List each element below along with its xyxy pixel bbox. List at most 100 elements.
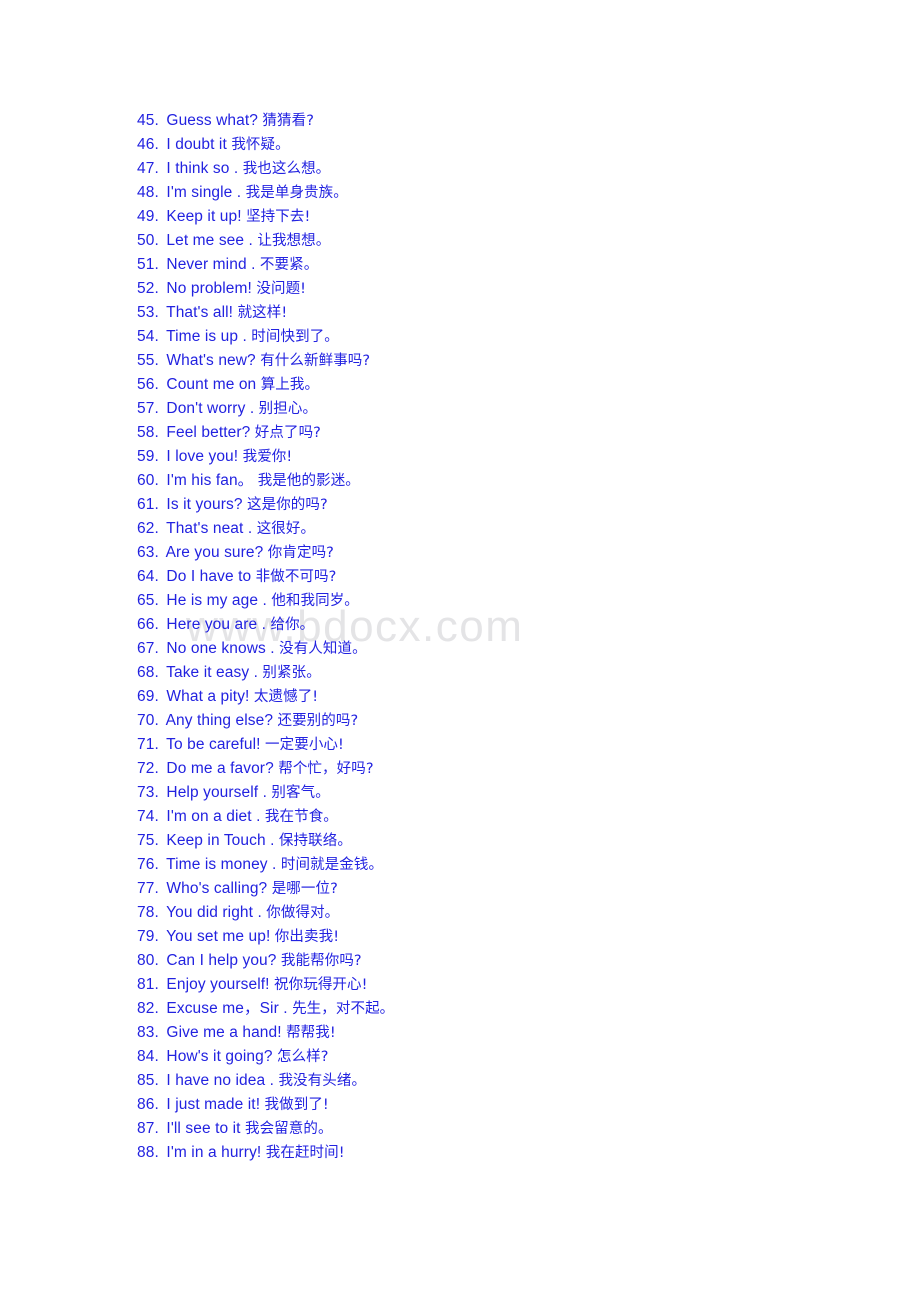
phrase-number: 79. [137, 928, 159, 945]
phrase-english: What's new? [166, 352, 256, 369]
phrase-english: Take it easy . [166, 664, 258, 681]
phrase-chinese: 没有人知道。 [279, 641, 367, 657]
phrase-line: 85. I have no idea . 我没有头绪。 [137, 1069, 877, 1093]
phrase-line: 80. Can I help you? 我能帮你吗? [137, 949, 877, 973]
phrase-english: I'm in a hurry! [166, 1144, 262, 1161]
phrase-number: 75. [137, 832, 159, 849]
phrase-english: I think so . [166, 160, 239, 177]
phrase-english: How's it going? [166, 1048, 273, 1065]
phrase-line: 84. How's it going? 怎么样? [137, 1045, 877, 1069]
phrase-english: Here you are . [166, 616, 267, 633]
phrase-english: That's all! [166, 304, 234, 321]
phrase-english: I'll see to it [166, 1120, 241, 1137]
phrase-chinese: 他和我同岁。 [271, 593, 359, 609]
phrase-english: I'm single . [166, 184, 242, 201]
phrase-chinese: 你肯定吗? [267, 545, 334, 561]
phrase-english: Keep in Touch . [166, 832, 275, 849]
phrase-line: 62. That's neat . 这很好。 [137, 517, 877, 541]
document-page: www.bdocx.com 45. Guess what? 猜猜看? 46. I … [0, 0, 920, 1302]
phrase-line: 51. Never mind . 不要紧。 [137, 253, 877, 277]
phrase-chinese: 别担心。 [258, 401, 318, 417]
phrase-chinese: 怎么样? [276, 1049, 329, 1065]
phrase-line: 55. What's new? 有什么新鲜事吗? [137, 349, 877, 373]
phrase-english: Give me a hand! [166, 1024, 282, 1041]
phrase-chinese: 帮个忙，好吗? [278, 761, 374, 777]
phrase-line: 73. Help yourself . 别客气。 [137, 781, 877, 805]
phrase-chinese: 我是他的影迷。 [257, 473, 360, 489]
phrase-line: 67. No one knows . 没有人知道。 [137, 637, 877, 661]
phrase-chinese: 有什么新鲜事吗? [260, 353, 371, 369]
phrase-number: 87. [137, 1120, 159, 1137]
phrase-number: 55. [137, 352, 159, 369]
phrase-english: I'm his fan。 [166, 472, 254, 489]
phrase-chinese: 帮帮我! [286, 1025, 336, 1041]
phrase-line: 49. Keep it up! 坚持下去! [137, 205, 877, 229]
phrase-chinese: 这很好。 [256, 521, 316, 537]
phrase-chinese: 我在节食。 [264, 809, 338, 825]
phrase-chinese: 这是你的吗? [247, 497, 328, 513]
phrase-number: 60. [137, 472, 159, 489]
phrase-number: 67. [137, 640, 159, 657]
phrase-chinese: 我在赶时间! [265, 1145, 345, 1161]
phrase-number: 88. [137, 1144, 159, 1161]
phrase-english: I just made it! [166, 1096, 261, 1113]
phrase-chinese: 给你。 [270, 617, 315, 633]
phrase-chinese: 你出卖我! [274, 929, 340, 945]
phrase-english: Count me on [166, 376, 257, 393]
phrase-chinese: 猜猜看? [262, 113, 315, 129]
phrase-chinese: 我爱你! [242, 449, 293, 465]
phrase-number: 73. [137, 784, 159, 801]
phrase-line: 50. Let me see . 让我想想。 [137, 229, 877, 253]
phrase-line: 63. Are you sure? 你肯定吗? [137, 541, 877, 565]
phrase-line: 47. I think so . 我也这么想。 [137, 157, 877, 181]
phrase-english: Help yourself . [166, 784, 267, 801]
phrase-number: 46. [137, 136, 159, 153]
phrase-line: 83. Give me a hand! 帮帮我! [137, 1021, 877, 1045]
phrase-english: Any thing else? [165, 712, 274, 729]
phrase-line: 81. Enjoy yourself! 祝你玩得开心! [137, 973, 877, 997]
phrase-english: Keep it up! [166, 208, 242, 225]
phrase-number: 84. [137, 1048, 159, 1065]
phrase-chinese: 我怀疑。 [231, 137, 290, 153]
phrase-number: 59. [137, 448, 159, 465]
phrase-line: 45. Guess what? 猜猜看? [137, 109, 877, 133]
phrase-chinese: 你做得对。 [266, 905, 340, 921]
phrase-number: 63. [137, 544, 159, 561]
phrase-line: 48. I'm single . 我是单身贵族。 [137, 181, 877, 205]
phrase-number: 64. [137, 568, 159, 585]
phrase-number: 83. [137, 1024, 159, 1041]
phrase-line: 57. Don't worry . 别担心。 [137, 397, 877, 421]
phrase-number: 61. [137, 496, 159, 513]
phrase-line: 65. He is my age . 他和我同岁。 [137, 589, 877, 613]
phrase-number: 81. [137, 976, 159, 993]
phrase-line: 54. Time is up . 时间快到了。 [137, 325, 877, 349]
phrase-number: 85. [137, 1072, 159, 1089]
phrase-english: Is it yours? [166, 496, 243, 513]
phrase-chinese: 保持联络。 [278, 833, 352, 849]
phrase-chinese: 算上我。 [260, 377, 320, 393]
phrase-number: 50. [137, 232, 159, 249]
phrase-line: 70. Any thing else? 还要别的吗? [137, 709, 877, 733]
phrase-number: 66. [137, 616, 159, 633]
phrase-english: I love you! [166, 448, 239, 465]
phrase-chinese: 是哪一位? [271, 881, 338, 897]
phrase-number: 58. [137, 424, 159, 441]
phrase-list: 45. Guess what? 猜猜看? 46. I doubt it 我怀疑。 4… [137, 109, 877, 1165]
phrase-english: What a pity! [166, 688, 250, 705]
phrase-chinese: 让我想想。 [257, 233, 331, 249]
phrase-line: 77. Who's calling? 是哪一位? [137, 877, 877, 901]
phrase-chinese: 先生，对不起。 [292, 1001, 395, 1017]
phrase-chinese: 我没有头绪。 [278, 1073, 367, 1089]
phrase-chinese: 坚持下去! [246, 209, 311, 225]
phrase-chinese: 别紧张。 [262, 665, 321, 681]
phrase-chinese: 我做到了! [264, 1097, 329, 1113]
phrase-chinese: 我能帮你吗? [280, 953, 362, 969]
phrase-line: 87. I'll see to it 我会留意的。 [137, 1117, 877, 1141]
phrase-chinese: 还要别的吗? [277, 713, 359, 729]
phrase-chinese: 好点了吗? [254, 425, 321, 441]
phrase-number: 48. [137, 184, 159, 201]
phrase-line: 53. That's all! 就这样! [137, 301, 877, 325]
phrase-number: 65. [137, 592, 159, 609]
phrase-chinese: 时间就是金钱。 [280, 857, 384, 873]
phrase-english: Never mind . [166, 256, 256, 273]
